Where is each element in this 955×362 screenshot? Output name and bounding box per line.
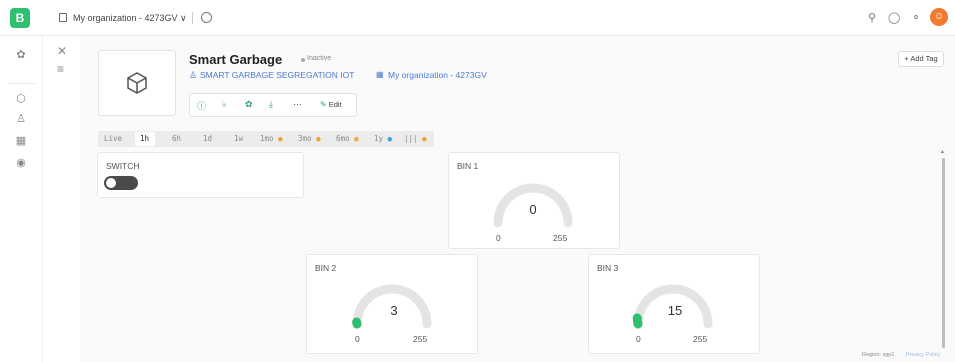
developer-icon[interactable]: ✿	[245, 99, 253, 110]
user-avatar[interactable]: ☺	[930, 8, 948, 26]
tab-1mo[interactable]: 1mo ●	[260, 134, 283, 143]
privacy-policy-link[interactable]: Privacy Policy	[906, 352, 940, 358]
organizations-icon[interactable]: ▦	[14, 134, 28, 148]
support-icon[interactable]: ◯	[888, 12, 900, 24]
device-status: Inactive	[307, 55, 332, 62]
download-icon[interactable]: ⤓	[269, 99, 273, 110]
premium-dot: ●	[422, 134, 427, 143]
switch-widget: SWITCH	[97, 152, 304, 198]
scrollbar-thumb[interactable]	[942, 158, 945, 348]
premium-dot: ●	[387, 134, 393, 143]
organization-icon: ▦	[376, 70, 384, 79]
tab-6mo[interactable]: 6mo ●	[336, 134, 359, 143]
edit-icon: ✎	[320, 100, 327, 109]
bin3-value: 15	[667, 303, 683, 318]
app-logo[interactable]: B	[10, 8, 30, 28]
template-link[interactable]: SMART GARBAGE SEGREGATION IOT	[200, 70, 354, 80]
device-organization-link[interactable]: My organization - 4273GV	[388, 70, 487, 80]
tab-3mo-label: 3mo	[298, 134, 312, 143]
premium-dot: ●	[278, 134, 283, 143]
widget-title: BIN 3	[597, 263, 619, 273]
tab-1y-label: 1y	[374, 134, 384, 143]
tab-custom-range[interactable]: ||| ●	[404, 134, 427, 143]
widget-title: BIN 2	[315, 263, 337, 273]
bin3-min: 0	[636, 334, 641, 344]
device-title: Smart Garbage	[189, 52, 283, 67]
status-dot	[301, 58, 305, 62]
tab-1mo-label: 1mo	[260, 134, 274, 143]
region-label: Region: sgp1	[862, 352, 895, 358]
bin3-max: 255	[693, 334, 708, 344]
tab-live[interactable]: Live	[104, 134, 122, 143]
bin2-value: 3	[390, 303, 398, 318]
tab-6h[interactable]: 6h	[172, 134, 181, 143]
switch-toggle[interactable]	[104, 176, 138, 190]
developer-zone-icon[interactable]: ✿	[14, 48, 28, 62]
tab-1y[interactable]: 1y ●	[374, 134, 392, 143]
divider	[192, 12, 193, 24]
bin2-max: 255	[413, 334, 428, 344]
bin2-min: 0	[355, 334, 360, 344]
tab-custom-label: |||	[404, 134, 418, 143]
widget-title: SWITCH	[106, 161, 140, 171]
users-icon[interactable]: ♙	[14, 112, 28, 126]
bin1-min: 0	[496, 233, 501, 243]
menu-icon[interactable]: ≡	[57, 62, 64, 76]
tab-3mo[interactable]: 3mo ●	[298, 134, 321, 143]
notification-icon[interactable]: ⚬	[910, 12, 922, 24]
organization-settings-icon[interactable]	[201, 12, 212, 23]
more-icon[interactable]: ⋯	[293, 99, 302, 110]
bin1-max: 255	[553, 233, 568, 243]
locations-icon[interactable]: ◉	[14, 156, 28, 170]
info-icon[interactable]: ⓘ	[197, 99, 206, 112]
close-icon[interactable]: ✕	[57, 44, 67, 58]
organization-icon	[59, 13, 67, 22]
tab-1d[interactable]: 1d	[203, 134, 212, 143]
devices-icon[interactable]: ⬡	[14, 92, 28, 106]
organization-selector[interactable]: My organization - 4273GV ∨	[73, 13, 187, 24]
tab-1h[interactable]: 1h	[140, 134, 149, 143]
toggle-knob	[106, 178, 116, 188]
notifications-icon[interactable]: ♭	[222, 99, 226, 110]
edit-button[interactable]: ✎ Edit	[316, 95, 356, 115]
left-navigation-rail: ✿ ⬡ ♙ ▦ ◉	[0, 36, 43, 362]
tab-6mo-label: 6mo	[336, 134, 350, 143]
scroll-up-arrow[interactable]: ▲	[940, 149, 945, 155]
chat-icon[interactable]: ⚲	[866, 12, 878, 24]
device-image	[98, 50, 176, 116]
widget-title: BIN 1	[457, 161, 479, 171]
template-icon: ♙	[189, 70, 198, 80]
bin1-value: 0	[529, 202, 537, 217]
cube-icon	[127, 72, 147, 94]
edit-label: Edit	[328, 100, 342, 109]
top-bar: B My organization - 4273GV ∨ ⚲ ◯ ⚬ ☺	[0, 0, 955, 36]
premium-dot: ●	[354, 134, 359, 143]
rail-divider	[8, 83, 35, 84]
tab-1w[interactable]: 1w	[234, 134, 243, 143]
add-tag-button[interactable]: + Add Tag	[898, 51, 944, 67]
premium-dot: ●	[316, 134, 321, 143]
